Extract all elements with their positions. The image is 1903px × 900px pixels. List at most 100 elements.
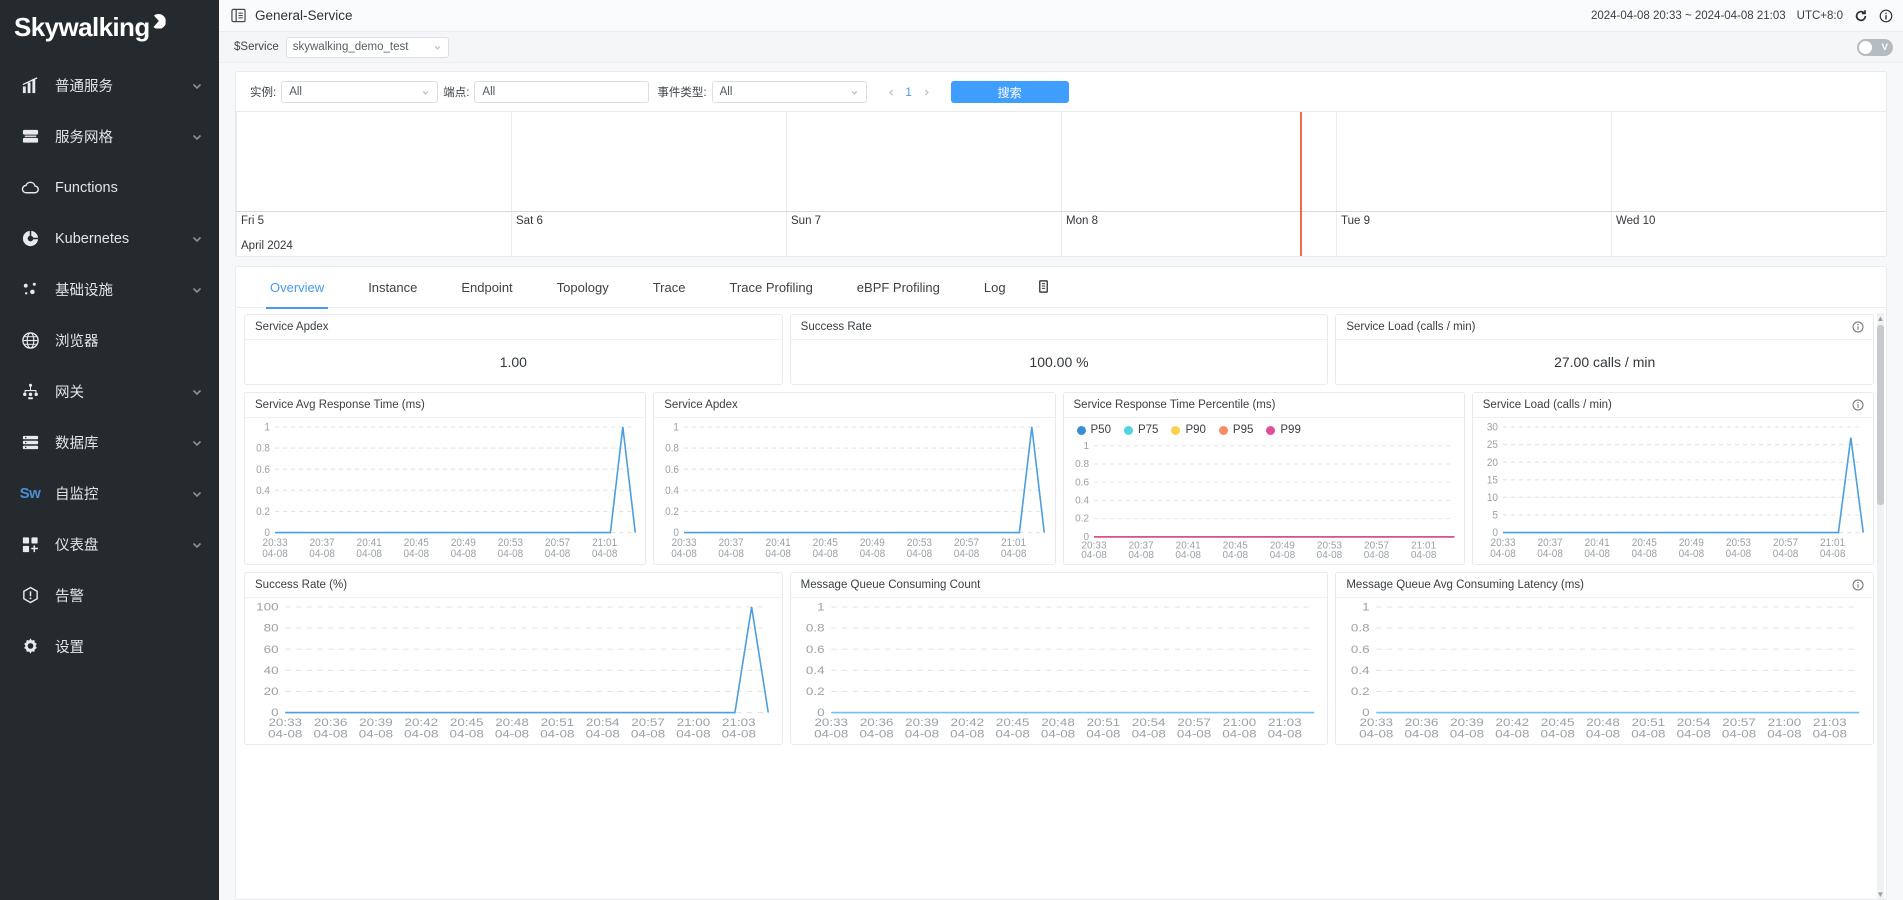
- svg-text:04-08: 04-08: [356, 548, 382, 561]
- instance-filter-value: All: [289, 86, 302, 98]
- chart-plot-area[interactable]: 1 0.8 0.6 0.4 0.2 0 20:33 04-08 20:36 04-08 20:39 0…: [791, 598, 1328, 744]
- event-type-filter-select[interactable]: All: [711, 81, 867, 103]
- dashboard-scrollbar[interactable]: ▲ ▼: [1877, 313, 1884, 899]
- chart-card-service-response-time-percentile: Service Response Time Percentile (ms) P50…: [1062, 392, 1465, 565]
- app-logo[interactable]: Skywalking: [0, 0, 219, 54]
- tab-instance[interactable]: Instance: [346, 267, 439, 308]
- chart-bar-icon: [20, 76, 40, 96]
- sidebar-item-label: Kubernetes: [55, 230, 130, 247]
- next-page-button[interactable]: [920, 86, 933, 99]
- info-circle-icon[interactable]: [1852, 399, 1864, 411]
- scroll-up-arrow[interactable]: ▲: [1877, 313, 1885, 323]
- sidebar-item-label: 服务网格: [55, 130, 113, 146]
- sidebar-item-仪表盘[interactable]: 仪表盘: [0, 519, 219, 570]
- svg-text:0.6: 0.6: [1351, 643, 1370, 656]
- metric-value: 1.00: [499, 354, 527, 370]
- dashboard-tabs: Overview Instance Endpoint Topology Trace Tra…: [236, 267, 1886, 309]
- svg-text:0.6: 0.6: [256, 463, 270, 476]
- tab-trace-profiling[interactable]: Trace Profiling: [707, 267, 834, 308]
- svg-text:04-08: 04-08: [586, 727, 620, 740]
- svg-text:10: 10: [1487, 491, 1498, 504]
- sidebar-item-普通服务[interactable]: 普通服务: [0, 60, 219, 111]
- timezone-label: UTC+8:0: [1796, 9, 1843, 22]
- sidebar-item-服务网格[interactable]: 服务网格: [0, 111, 219, 162]
- sidebar-item-kubernetes[interactable]: Kubernetes: [0, 213, 219, 264]
- svg-text:04-08: 04-08: [451, 548, 477, 561]
- legend-label: P50: [1090, 424, 1111, 436]
- svg-text:04-08: 04-08: [1678, 548, 1704, 561]
- tab-log[interactable]: Log: [962, 267, 1028, 308]
- card-header: Success Rate: [790, 315, 1328, 340]
- metric-value: 27.00 calls / min: [1554, 354, 1656, 370]
- card-title: Message Queue Consuming Count: [800, 579, 981, 591]
- svg-text:25: 25: [1487, 439, 1498, 452]
- scrollbar-thumb[interactable]: [1877, 325, 1884, 505]
- svg-text:0.4: 0.4: [806, 664, 825, 677]
- svg-text:1: 1: [817, 601, 825, 614]
- legend-item[interactable]: P75: [1123, 424, 1158, 436]
- layers-icon: [20, 127, 40, 147]
- tab-ebpf-profiling[interactable]: eBPF Profiling: [835, 267, 962, 308]
- prev-page-button[interactable]: [885, 86, 898, 99]
- scroll-down-arrow[interactable]: ▼: [1877, 889, 1885, 899]
- legend-item[interactable]: P90: [1171, 424, 1206, 436]
- filter-timeline-wrap: 实例: All 端点: All 事件类型: All 1 搜索 Fri 5 Sat…: [219, 63, 1903, 257]
- sidebar-item-label: 告警: [55, 589, 84, 605]
- endpoint-filter-input[interactable]: All: [474, 81, 650, 103]
- tab-endpoint[interactable]: Endpoint: [439, 267, 534, 308]
- search-button[interactable]: 搜索: [950, 81, 1069, 103]
- dashboard-grid-icon: [20, 535, 40, 555]
- time-range-label[interactable]: 2024-04-08 20:33 ~ 2024-04-08 21:03: [1591, 10, 1786, 22]
- card-title: Success Rate: [800, 321, 872, 333]
- tab-topology[interactable]: Topology: [535, 267, 631, 308]
- sidebar-item-告警[interactable]: 告警: [0, 570, 219, 621]
- legend-item[interactable]: P99: [1266, 424, 1301, 436]
- events-timeline[interactable]: Fri 5 Sat 6 Sun 7 Mon 8 Tue 9 Wed 10 April 20…: [236, 111, 1886, 256]
- card-header: Service Apdex: [245, 315, 782, 340]
- chart-plot-area[interactable]: 1 0.8 0.6 0.4 0.2 0 20:33 04-08 20:37 04-08 20:41 0…: [654, 418, 1054, 564]
- view-toggle[interactable]: V: [1857, 38, 1893, 56]
- svg-text:04-08: 04-08: [813, 548, 839, 561]
- tab-trace[interactable]: Trace: [631, 267, 708, 308]
- chevron-down-icon: [423, 90, 429, 95]
- legend-item[interactable]: P95: [1218, 424, 1254, 436]
- sidebar-item-functions[interactable]: Functions: [0, 162, 219, 213]
- service-select[interactable]: skywalking_demo_test: [285, 36, 449, 58]
- chart-plot-area[interactable]: 30 25 20 15 10 5 0 20:33 04-08 20:37 04-08 20:41 04-…: [1473, 418, 1873, 564]
- svg-text:04-08: 04-08: [268, 727, 302, 740]
- svg-text:04-08: 04-08: [954, 548, 980, 561]
- info-circle-icon[interactable]: [1879, 9, 1893, 23]
- legend-item[interactable]: P50: [1076, 424, 1111, 436]
- sidebar-item-网关[interactable]: 网关: [0, 366, 219, 417]
- svg-text:0.2: 0.2: [1351, 685, 1370, 698]
- card-header: Service Avg Response Time (ms): [245, 393, 646, 418]
- endpoint-filter-value: All: [482, 86, 496, 98]
- chart-plot-area[interactable]: 1 0.8 0.6 0.4 0.2 0 20:33 04-08 20:36 04-08 20:39 0…: [1336, 598, 1873, 744]
- sidebar-item-浏览器[interactable]: 浏览器: [0, 315, 219, 366]
- info-circle-icon[interactable]: [1852, 579, 1864, 591]
- collapse-sidebar-icon[interactable]: [231, 8, 246, 23]
- timeline-tick-label: Wed 10: [1616, 215, 1656, 227]
- instance-filter-select[interactable]: All: [281, 81, 439, 103]
- copy-icon[interactable]: [1036, 279, 1052, 295]
- sidebar-item-基础设施[interactable]: 基础设施: [0, 264, 219, 315]
- page-number[interactable]: 1: [903, 85, 915, 99]
- svg-text:04-08: 04-08: [498, 548, 524, 561]
- info-circle-icon[interactable]: [1852, 321, 1864, 333]
- sidebar-item-自监控[interactable]: Sw 自监控: [0, 468, 219, 519]
- chart-plot-area[interactable]: 100 80 60 40 20 0 20:33 04-08 20:36 04-08 20:39 04-…: [245, 598, 782, 744]
- timeline-tick-label: Tue 9: [1337, 212, 1612, 256]
- chart-plot-area[interactable]: 1 0.8 0.6 0.4 0.2 0 20:33 04-08 20:37 04-08 20:41 0…: [1064, 438, 1464, 564]
- sidebar-item-设置[interactable]: 设置: [0, 621, 219, 672]
- sidebar: Skywalking 普通服务服务网格 Functions Kubernetes 基础…: [0, 0, 219, 900]
- legend-color-dot: [1076, 425, 1086, 435]
- legend-label: P95: [1232, 424, 1254, 436]
- sidebar-item-数据库[interactable]: 数据库: [0, 417, 219, 468]
- refresh-icon[interactable]: [1854, 9, 1868, 23]
- app-root: Skywalking 普通服务服务网格 Functions Kubernetes 基础…: [0, 0, 1903, 900]
- chart-plot-area[interactable]: 1 0.8 0.6 0.4 0.2 0 20:33 04-08 20:37 04-08 20:41 0…: [245, 418, 645, 564]
- database-icon: [20, 433, 40, 453]
- tab-overview[interactable]: Overview: [248, 267, 346, 309]
- dashboard-board: Service Apdex 1.00 Success Rate 100.00 % Ser…: [236, 308, 1886, 899]
- card-title: Success Rate (%): [255, 579, 348, 591]
